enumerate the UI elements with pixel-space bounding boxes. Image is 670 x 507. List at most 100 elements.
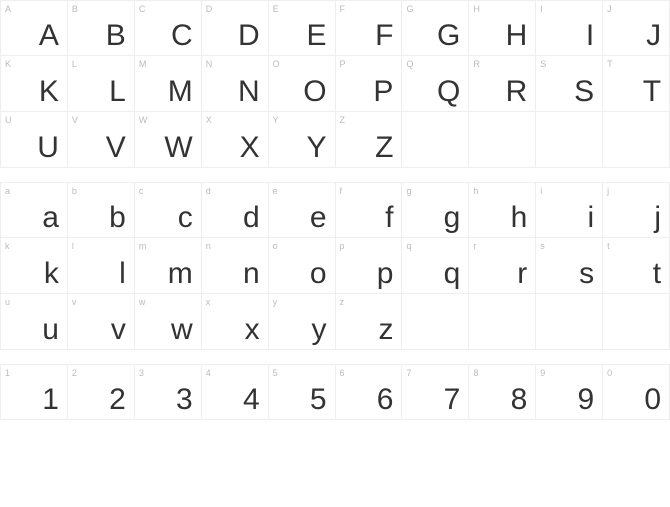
- key-label: a: [5, 186, 10, 196]
- glyph: l: [119, 259, 126, 289]
- key-label: 5: [273, 368, 278, 378]
- glyph-cell: KK: [0, 56, 68, 112]
- glyph: j: [654, 203, 661, 233]
- glyph: w: [171, 315, 193, 345]
- glyph: c: [178, 203, 193, 233]
- key-label: X: [206, 115, 212, 125]
- glyph-cell: ss: [536, 238, 603, 294]
- glyph-cell: QQ: [402, 56, 469, 112]
- key-label: d: [206, 186, 211, 196]
- key-label: T: [607, 59, 613, 69]
- key-label: 7: [406, 368, 411, 378]
- glyph-cell: [603, 294, 670, 350]
- key-label: U: [5, 115, 12, 125]
- glyph-cell: DD: [202, 0, 269, 56]
- glyph: I: [586, 21, 594, 51]
- glyph: J: [646, 21, 661, 51]
- glyph-cell: 77: [402, 364, 469, 420]
- glyph-cell: AA: [0, 0, 68, 56]
- key-label: F: [340, 4, 346, 14]
- glyph-cell: pp: [336, 238, 403, 294]
- glyph-cell: RR: [469, 56, 536, 112]
- glyph: G: [437, 21, 460, 51]
- key-label: e: [273, 186, 278, 196]
- glyph: 2: [109, 385, 126, 415]
- key-label: g: [406, 186, 411, 196]
- glyph: V: [106, 133, 126, 163]
- glyph: n: [243, 259, 260, 289]
- glyph-cell: rr: [469, 238, 536, 294]
- glyph-cell: 22: [68, 364, 135, 420]
- key-label: E: [273, 4, 279, 14]
- glyph: s: [579, 259, 594, 289]
- glyph-cell: bb: [68, 182, 135, 238]
- key-label: 0: [607, 368, 612, 378]
- glyph-cell: YY: [269, 112, 336, 168]
- key-label: S: [540, 59, 546, 69]
- glyph-cell: [536, 112, 603, 168]
- glyph-chart: AABBCCDDEEFFGGHHIIJJKKLLMMNNOOPPQQRRSSTT…: [0, 0, 670, 420]
- key-label: P: [340, 59, 346, 69]
- glyph: b: [109, 203, 126, 233]
- glyph: i: [587, 203, 594, 233]
- section-lowercase: aabbccddeeffgghhiijjkkllmmnnooppqqrrsstt…: [0, 182, 670, 350]
- glyph-cell: aa: [0, 182, 68, 238]
- key-label: 3: [139, 368, 144, 378]
- glyph: 0: [644, 385, 661, 415]
- key-label: H: [473, 4, 480, 14]
- key-label: u: [5, 297, 10, 307]
- glyph-cell: ff: [336, 182, 403, 238]
- glyph: W: [164, 133, 192, 163]
- glyph-cell: ll: [68, 238, 135, 294]
- key-label: q: [406, 241, 411, 251]
- glyph: E: [307, 21, 327, 51]
- glyph: u: [42, 315, 59, 345]
- glyph-cell: VV: [68, 112, 135, 168]
- glyph-row: UUVVWWXXYYZZ: [0, 112, 670, 168]
- glyph: L: [109, 77, 126, 107]
- key-label: 9: [540, 368, 545, 378]
- glyph-cell: uu: [0, 294, 68, 350]
- key-label: O: [273, 59, 280, 69]
- key-label: N: [206, 59, 213, 69]
- glyph: 7: [444, 385, 461, 415]
- glyph-row: 11223344556677889900: [0, 364, 670, 420]
- glyph: h: [511, 203, 528, 233]
- glyph-cell: yy: [269, 294, 336, 350]
- glyph-cell: jj: [603, 182, 670, 238]
- glyph-cell: [402, 294, 469, 350]
- glyph-cell: [402, 112, 469, 168]
- glyph: R: [506, 77, 528, 107]
- glyph-cell: II: [536, 0, 603, 56]
- glyph: S: [574, 77, 594, 107]
- glyph: Q: [437, 77, 460, 107]
- glyph-cell: kk: [0, 238, 68, 294]
- glyph: g: [444, 203, 461, 233]
- key-label: v: [72, 297, 77, 307]
- key-label: m: [139, 241, 147, 251]
- glyph: 9: [577, 385, 594, 415]
- glyph: p: [377, 259, 394, 289]
- key-label: o: [273, 241, 278, 251]
- glyph-cell: hh: [469, 182, 536, 238]
- key-label: x: [206, 297, 211, 307]
- glyph-cell: FF: [336, 0, 403, 56]
- glyph: K: [39, 77, 59, 107]
- glyph: B: [106, 21, 126, 51]
- glyph: 6: [377, 385, 394, 415]
- glyph: 5: [310, 385, 327, 415]
- glyph: k: [44, 259, 59, 289]
- glyph-row: aabbccddeeffgghhiijj: [0, 182, 670, 238]
- glyph: t: [653, 259, 661, 289]
- glyph: P: [373, 77, 393, 107]
- key-label: 1: [5, 368, 10, 378]
- glyph: o: [310, 259, 327, 289]
- glyph: r: [517, 259, 527, 289]
- glyph: U: [37, 133, 59, 163]
- key-label: G: [406, 4, 413, 14]
- key-label: s: [540, 241, 545, 251]
- glyph-cell: SS: [536, 56, 603, 112]
- glyph-cell: 55: [269, 364, 336, 420]
- glyph-cell: ww: [135, 294, 202, 350]
- glyph-cell: ii: [536, 182, 603, 238]
